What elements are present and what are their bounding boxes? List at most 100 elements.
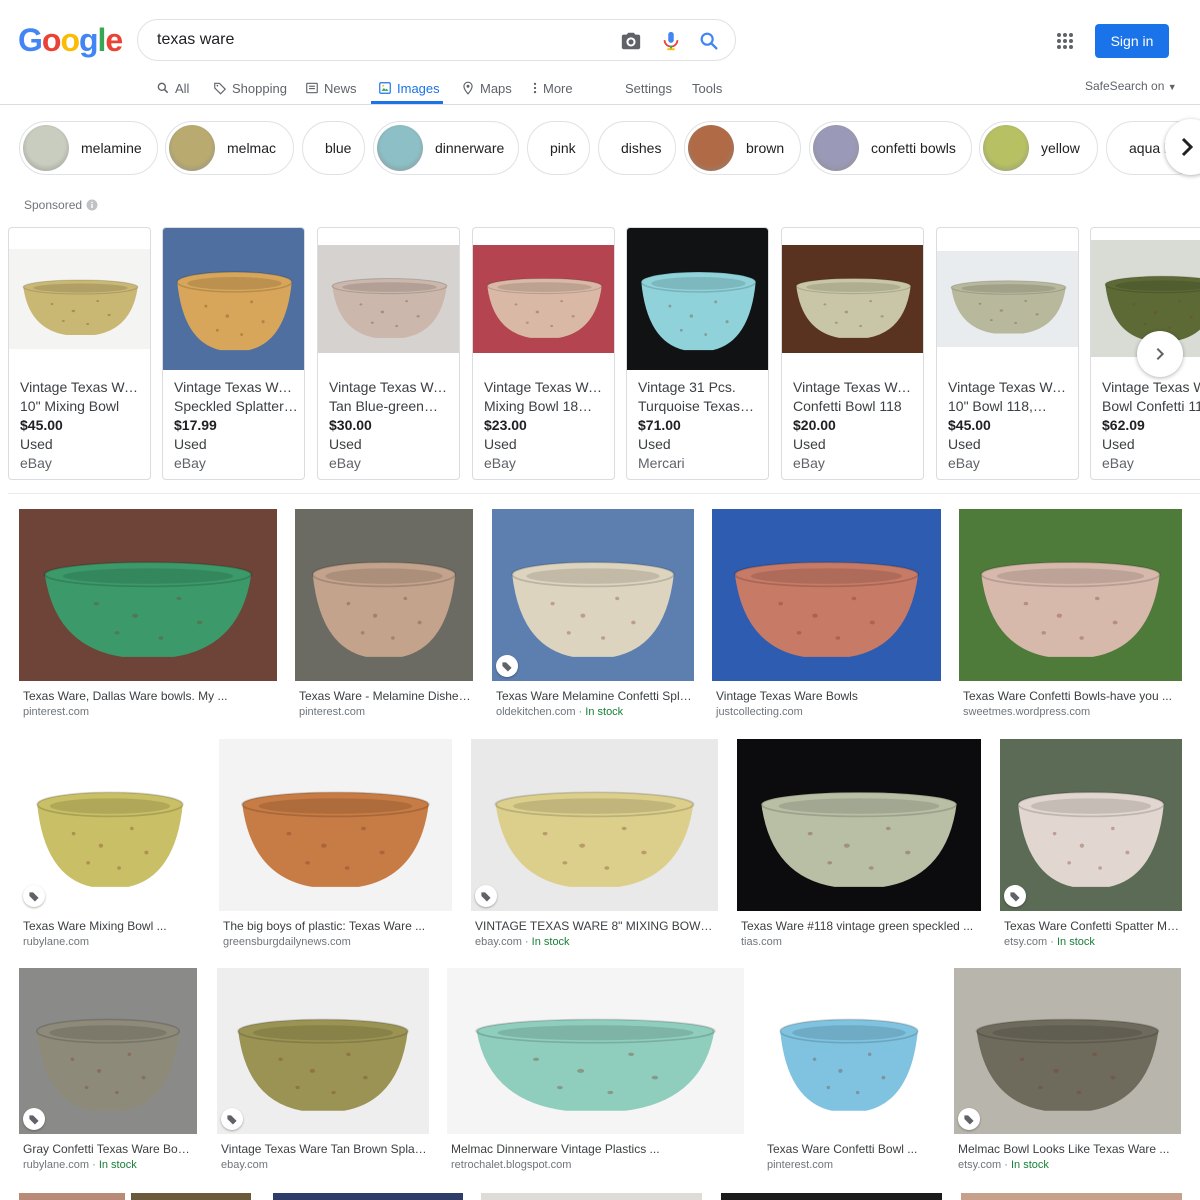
chip-melmac[interactable]: melmac <box>165 121 294 175</box>
result-caption[interactable]: Texas Ware Confetti Bowls-have you ... <box>963 689 1180 703</box>
result-thumbnail-partial[interactable] <box>273 1193 463 1200</box>
result-thumbnail[interactable] <box>492 509 694 686</box>
result-caption[interactable]: Vintage Texas Ware Bowls <box>716 689 939 703</box>
settings-link[interactable]: Settings <box>625 76 672 100</box>
chip-dishes[interactable]: dishes <box>598 121 676 175</box>
section-divider <box>8 493 1200 494</box>
chip-dinnerware[interactable]: dinnerware <box>373 121 519 175</box>
chip-pink[interactable]: pink <box>527 121 590 175</box>
result-caption[interactable]: Texas Ware Melamine Confetti Spla... <box>496 689 692 703</box>
result-source: pinterest.com <box>767 1159 833 1171</box>
result-caption[interactable]: Melmac Bowl Looks Like Texas Ware ... <box>958 1142 1179 1156</box>
result-thumbnail[interactable] <box>217 968 429 1139</box>
result-thumbnail-partial[interactable] <box>961 1193 1182 1200</box>
product-price: $71.00 <box>638 417 681 433</box>
product-card[interactable]: Vintage Texas Ware Speckled Splatter… $17.… <box>162 227 305 480</box>
result-thumbnail[interactable] <box>712 509 941 686</box>
result-caption[interactable]: Vintage Texas Ware Tan Brown Splatt... <box>221 1142 427 1156</box>
image-result[interactable]: Melmac Dinnerware Vintage Plastics ... re… <box>447 968 744 1174</box>
image-result[interactable]: Vintage Texas Ware Bowls justcollecting.c… <box>712 509 941 721</box>
tab-label: All <box>175 80 190 96</box>
result-thumbnail[interactable] <box>447 968 744 1139</box>
result-thumbnail[interactable] <box>471 739 718 916</box>
result-caption[interactable]: Texas Ware, Dallas Ware bowls. My ... <box>23 689 275 703</box>
product-store: eBay <box>484 455 516 471</box>
result-thumbnail[interactable] <box>295 509 473 686</box>
source-domain: rubylane.com <box>23 936 90 948</box>
image-result[interactable]: Melmac Bowl Looks Like Texas Ware ... ets… <box>954 968 1181 1174</box>
tab-more[interactable]: More <box>532 76 573 100</box>
result-caption[interactable]: Texas Ware Confetti Bowl ... <box>767 1142 933 1156</box>
chip-melamine[interactable]: melamine <box>19 121 158 175</box>
product-card[interactable]: Vintage Texas Ware Mixing Bowl 18… $23.00 U… <box>472 227 615 480</box>
apps-grid-icon[interactable] <box>1056 32 1074 50</box>
search-icon[interactable] <box>698 30 720 52</box>
result-thumbnail[interactable] <box>954 968 1181 1139</box>
product-card[interactable]: Vintage Texas Ware 10" Mixing Bowl $45.00 U… <box>8 227 151 480</box>
result-thumbnail-partial[interactable] <box>131 1193 251 1200</box>
shopping-next-button[interactable] <box>1137 331 1183 377</box>
stock-status: In stock <box>98 1159 137 1171</box>
result-source: etsy.com · In stock <box>958 1159 1049 1171</box>
product-card[interactable]: Vintage Texas Ware Tan Blue-green… $30.00 U… <box>317 227 460 480</box>
safesearch-label: SafeSearch on <box>1085 79 1165 93</box>
sign-in-button[interactable]: Sign in <box>1095 24 1169 58</box>
image-result[interactable]: Gray Confetti Texas Ware Bowl ... rubylan… <box>19 968 197 1174</box>
image-result[interactable]: The big boys of plastic: Texas Ware ... g… <box>219 739 452 951</box>
chip-confetti-bowls[interactable]: confetti bowls <box>809 121 972 175</box>
result-caption[interactable]: Texas Ware #118 vintage green speckled .… <box>741 919 979 933</box>
search-box[interactable]: texas ware <box>137 19 736 61</box>
tab-news[interactable]: News <box>305 76 357 100</box>
result-thumbnail[interactable] <box>219 739 452 916</box>
image-result[interactable]: Vintage Texas Ware Tan Brown Splatt... eb… <box>217 968 429 1174</box>
microphone-icon[interactable] <box>660 30 682 52</box>
product-card[interactable]: Vintage Texas Ware 10" Bowl 118,… $45.00 Us… <box>936 227 1079 480</box>
image-result[interactable]: Texas Ware Confetti Bowls-have you ... sw… <box>959 509 1182 721</box>
separator: · <box>89 1159 99 1171</box>
result-caption[interactable]: Gray Confetti Texas Ware Bowl ... <box>23 1142 195 1156</box>
image-result[interactable]: VINTAGE TEXAS WARE 8" MIXING BOWL | eB..… <box>471 739 718 951</box>
tab-maps[interactable]: Maps <box>461 76 512 100</box>
image-result[interactable]: Texas Ware #118 vintage green speckled .… <box>737 739 981 951</box>
result-caption[interactable]: VINTAGE TEXAS WARE 8" MIXING BOWL | eB..… <box>475 919 716 933</box>
result-caption[interactable]: Texas Ware Confetti Spatter Mix... <box>1004 919 1180 933</box>
product-store: eBay <box>174 455 206 471</box>
search-query[interactable]: texas ware <box>157 31 234 49</box>
image-result[interactable]: Texas Ware - Melamine Dishes ... pinteres… <box>295 509 473 721</box>
image-result[interactable]: Texas Ware Confetti Bowl ... pinterest.co… <box>763 968 935 1174</box>
result-thumbnail[interactable] <box>19 968 197 1139</box>
product-card[interactable]: Vintage 31 Pcs. Turquoise Texas… $71.00 Use… <box>626 227 769 480</box>
image-result[interactable]: Texas Ware Confetti Spatter Mix... etsy.c… <box>1000 739 1182 951</box>
result-thumbnail-partial[interactable] <box>481 1193 702 1200</box>
tab-shopping[interactable]: Shopping <box>213 76 287 100</box>
chip-yellow[interactable]: yellow <box>979 121 1098 175</box>
result-thumbnail-partial[interactable] <box>721 1193 942 1200</box>
result-thumbnail[interactable] <box>763 968 935 1139</box>
chip-brown[interactable]: brown <box>684 121 801 175</box>
result-caption[interactable]: Texas Ware Mixing Bowl ... <box>23 919 199 933</box>
result-thumbnail[interactable] <box>1000 739 1182 916</box>
image-result[interactable]: Texas Ware Melamine Confetti Spla... olde… <box>492 509 694 721</box>
tab-images[interactable]: Images <box>378 76 440 100</box>
result-thumbnail[interactable] <box>19 739 201 916</box>
chip-blue[interactable]: blue <box>302 121 365 175</box>
google-logo[interactable]: Google <box>18 22 123 59</box>
result-caption[interactable]: Melmac Dinnerware Vintage Plastics ... <box>451 1142 742 1156</box>
image-result[interactable]: Texas Ware Mixing Bowl ... rubylane.com <box>19 739 201 951</box>
image-result[interactable]: Texas Ware, Dallas Ware bowls. My ... pin… <box>19 509 277 721</box>
safesearch-toggle[interactable]: SafeSearch on ▼ <box>1085 76 1177 96</box>
result-caption[interactable]: The big boys of plastic: Texas Ware ... <box>223 919 450 933</box>
tab-label: Images <box>397 80 440 96</box>
result-thumbnail[interactable] <box>19 509 277 686</box>
camera-icon[interactable] <box>620 30 642 52</box>
result-thumbnail[interactable] <box>737 739 981 916</box>
product-store: eBay <box>793 455 825 471</box>
result-thumbnail-partial[interactable] <box>19 1193 125 1200</box>
product-card[interactable]: Vintage Texas Ware Confetti Bowl 118 $20.0… <box>781 227 924 480</box>
tools-link[interactable]: Tools <box>692 76 722 100</box>
info-icon[interactable] <box>86 199 98 211</box>
result-thumbnail[interactable] <box>959 509 1182 686</box>
result-caption[interactable]: Texas Ware - Melamine Dishes ... <box>299 689 471 703</box>
tab-all[interactable]: All <box>156 76 189 100</box>
product-image <box>473 245 614 353</box>
